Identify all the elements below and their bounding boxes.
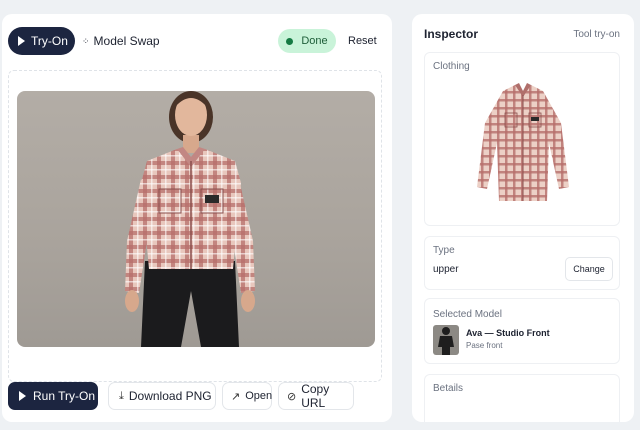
tab-try-on[interactable]: Try-On: [8, 27, 75, 55]
link-icon: ⊘: [287, 390, 297, 403]
change-type-button[interactable]: Change: [565, 257, 613, 281]
inspector-panel: Inspector Tool try-on Clothing Type uppe…: [412, 14, 634, 422]
tab-try-on-label: Try-On: [31, 34, 68, 48]
copy-url-label: Copy URL: [301, 382, 330, 410]
download-icon: ⤓: [119, 389, 124, 402]
selected-model-section: Selected Model Ava — Studio Front Pase f…: [424, 298, 620, 364]
model-pose: Pase front: [466, 341, 503, 350]
reset-button[interactable]: Reset: [348, 35, 377, 47]
open-external-icon: ↗: [231, 390, 241, 403]
open-label: Open: [245, 390, 273, 402]
details-section: Betails: [424, 374, 620, 422]
status-label: Done: [301, 35, 328, 47]
tab-model-swap-label: Model Swap: [93, 34, 160, 48]
status-dot-icon: [286, 37, 294, 45]
clothing-label: Clothing: [433, 61, 470, 72]
try-on-panel: Try-On ⁘ Model Swap Done Reset Run Try-O…: [2, 14, 392, 422]
type-section: Type upper Change: [424, 236, 620, 290]
details-label: Betails: [433, 383, 464, 394]
run-try-on-label: Run Try-On: [33, 389, 96, 403]
download-png-label: Download PNG: [128, 389, 212, 403]
result-canvas: [8, 70, 382, 382]
person-silhouette-icon: [438, 327, 454, 355]
status-badge: Done: [278, 29, 336, 53]
selected-model-label: Selected Model: [433, 309, 502, 320]
tab-model-swap[interactable]: ⁘ Model Swap: [80, 27, 160, 55]
inspector-subtitle: Tool try-on: [573, 29, 620, 40]
swap-icon: ⁘: [82, 35, 89, 46]
play-icon: [18, 36, 25, 46]
model-avatar[interactable]: [433, 325, 459, 355]
copy-url-button[interactable]: ⊘ Copy URL: [278, 382, 354, 410]
inspector-title: Inspector: [424, 27, 479, 41]
open-button[interactable]: ↗ Open: [222, 382, 272, 410]
model-name: Ava — Studio Front: [466, 328, 550, 338]
clothing-thumbnail[interactable]: [473, 83, 573, 213]
run-try-on-button[interactable]: Run Try-On: [8, 382, 98, 410]
clothing-section: Clothing: [424, 52, 620, 226]
type-value: upper: [433, 264, 459, 275]
type-label: Type: [433, 245, 455, 256]
play-icon: [19, 391, 26, 401]
result-image: [17, 91, 375, 347]
model-wearing-shirt-illustration: [125, 91, 255, 347]
download-png-button[interactable]: ⤓ Download PNG: [108, 382, 216, 410]
